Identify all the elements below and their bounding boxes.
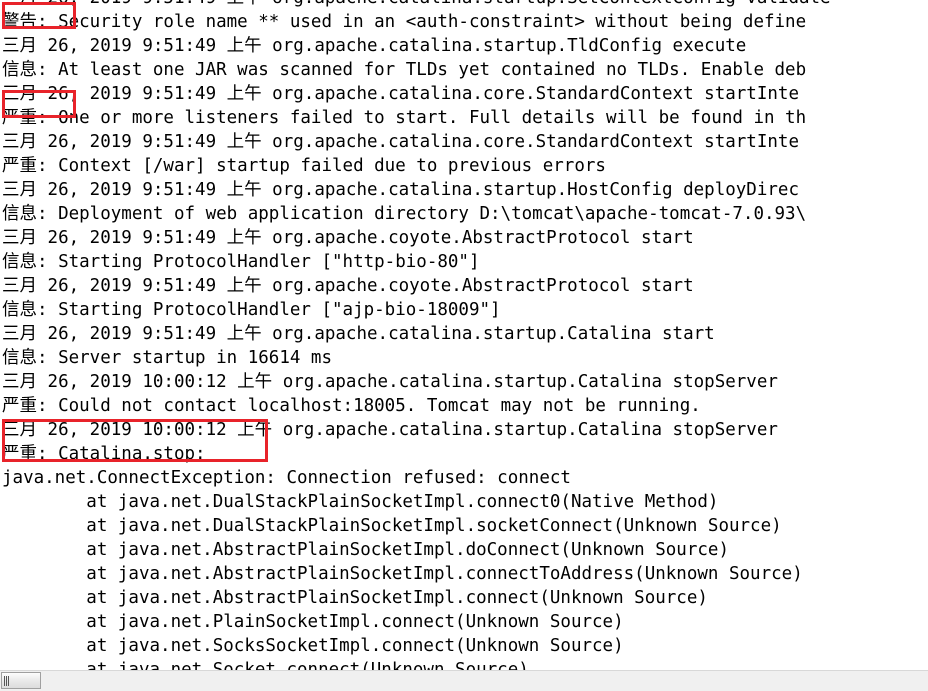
- log-line: at java.net.AbstractPlainSocketImpl.conn…: [2, 588, 708, 608]
- log-line: 三月 26, 2019 9:51:49 上午 org.apache.catali…: [2, 84, 799, 104]
- log-line: at java.net.DualStackPlainSocketImpl.con…: [2, 492, 719, 512]
- console-log-window[interactable]: 三月 26, 2019 9:51:49 上午 org.apache.catali…: [0, 0, 928, 691]
- log-line: 警告: Security role name ** used in an <au…: [2, 12, 807, 32]
- log-line: 信息: At least one JAR was scanned for TLD…: [2, 60, 807, 80]
- log-line: 信息: Starting ProtocolHandler ["http-bio-…: [2, 252, 480, 272]
- log-line: at java.net.Socket.connect(Unknown Sourc…: [2, 660, 529, 670]
- log-line: 三月 26, 2019 10:00:12 上午 org.apache.catal…: [2, 372, 778, 392]
- log-line-list: 三月 26, 2019 9:51:49 上午 org.apache.catali…: [0, 0, 928, 670]
- horizontal-scrollbar[interactable]: [0, 670, 928, 691]
- log-line: 严重: Could not contact localhost:18005. T…: [2, 396, 701, 416]
- log-line: at java.net.AbstractPlainSocketImpl.doCo…: [2, 540, 729, 560]
- log-line: at java.net.SocksSocketImpl.connect(Unkn…: [2, 636, 624, 656]
- log-line: 信息: Server startup in 16614 ms: [2, 348, 333, 368]
- log-line: 三月 26, 2019 9:51:49 上午 org.apache.coyote…: [2, 276, 694, 296]
- scrollbar-thumb[interactable]: [1, 672, 41, 689]
- log-line: 三月 26, 2019 9:51:49 上午 org.apache.catali…: [2, 36, 747, 56]
- log-line: java.net.ConnectException: Connection re…: [2, 468, 571, 488]
- log-line: 三月 26, 2019 9:51:49 上午 org.apache.catali…: [0, 0, 928, 10]
- log-output-viewport[interactable]: 三月 26, 2019 9:51:49 上午 org.apache.catali…: [0, 0, 928, 670]
- log-line: 信息: Deployment of web application direct…: [2, 204, 807, 224]
- log-line: 三月 26, 2019 9:51:49 上午 org.apache.catali…: [2, 132, 799, 152]
- log-line: at java.net.DualStackPlainSocketImpl.soc…: [2, 516, 782, 536]
- log-line: 三月 26, 2019 9:51:49 上午 org.apache.coyote…: [2, 228, 694, 248]
- log-line: 严重: Catalina.stop:: [2, 444, 217, 464]
- log-line: 三月 26, 2019 9:51:49 上午 org.apache.catali…: [2, 324, 715, 344]
- log-line: 三月 26, 2019 10:00:12 上午 org.apache.catal…: [2, 420, 778, 440]
- log-line: at java.net.PlainSocketImpl.connect(Unkn…: [2, 612, 624, 632]
- log-line: 严重: Context [/war] startup failed due to…: [2, 156, 606, 176]
- log-line: 信息: Starting ProtocolHandler ["ajp-bio-1…: [2, 300, 501, 320]
- log-line: at java.net.AbstractPlainSocketImpl.conn…: [2, 564, 803, 584]
- log-line: 三月 26, 2019 9:51:49 上午 org.apache.catali…: [2, 180, 799, 200]
- scrollbar-track[interactable]: [0, 671, 928, 691]
- log-line: 严重: One or more listeners failed to star…: [2, 108, 807, 128]
- scrollbar-grip-icon: [4, 676, 10, 686]
